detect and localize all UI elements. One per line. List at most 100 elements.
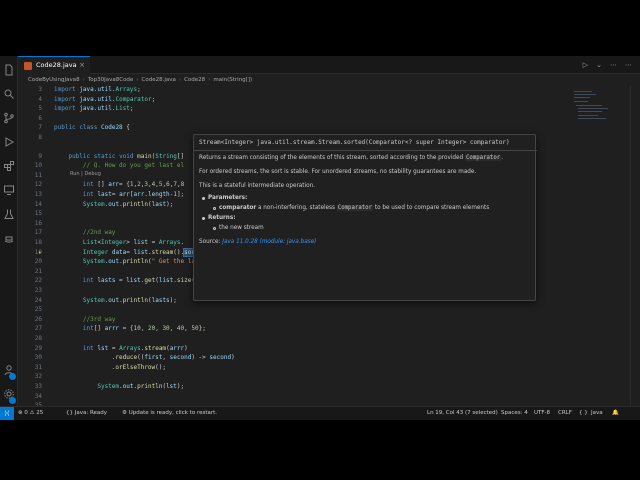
line-number: 29 [34,344,42,352]
line-text: import java.util.List; [54,105,134,113]
code-line[interactable]: 5 import java.util.List; [18,104,570,114]
remote-explorer-icon[interactable] [3,184,15,196]
extensions-icon[interactable] [3,160,15,172]
error-icon: ⊗ [18,410,23,416]
chevron-right-icon: › [82,77,85,83]
line-number: 16 [34,219,42,227]
close-icon[interactable]: × [79,57,85,74]
java-projects-icon[interactable] [3,232,15,244]
line-text: import java.util.Comparator; [54,95,156,103]
minimap-line [574,94,596,96]
parameters-label: Parameters: [208,195,248,201]
activity-bar [0,56,18,406]
bullet [202,217,205,220]
line-text: // Q. How do you get last el [82,162,185,170]
vertical-scrollbar[interactable] [630,85,640,406]
parameter-comparator: comparator a non-interfering, stateless … [219,205,490,211]
code-line[interactable]: 28 [18,334,570,344]
line-text: List<Integer> list = Arrays. [82,239,185,246]
code-line[interactable]: 34 [18,392,570,402]
explorer-icon[interactable] [3,64,15,76]
manage-badge [9,397,16,404]
breadcrumb-item[interactable]: CodeByUsingJava8 [28,77,80,83]
testing-icon[interactable] [3,208,15,220]
code-line[interactable]: 7 public class Code28 { [18,123,570,133]
breadcrumb-item[interactable]: Code28 [184,77,205,83]
line-number: 31 [34,363,42,371]
code-line[interactable]: 26 //3rd way [18,315,570,325]
lightbulb-icon[interactable]: ✦ [38,248,44,256]
chevron-right-icon: › [136,77,139,83]
breadcrumb-item[interactable]: Top30Java8Code [88,77,133,83]
language-mode[interactable]: Java [591,407,603,420]
line-number: 13 [34,191,42,198]
more-actions-icon[interactable]: ⋯ [625,61,632,69]
line-ending[interactable]: CRLF [558,407,572,420]
warning-icon: ⚠ [29,410,35,416]
line-number: 14 [34,200,42,208]
code-line[interactable]: 6 [18,114,570,124]
operation-note: This is a stateful intermediate operatio… [199,183,315,189]
encoding[interactable]: UTF-8 [534,407,550,420]
cursor-position[interactable]: Ln 19, Col 43 (7 selected) [427,407,498,420]
code-line[interactable]: 3 import java.util.Arrays; [18,85,570,95]
method-signature: Stream<Integer> java.util.stream.Stream.… [199,139,510,146]
divider [194,150,537,151]
problems-indicator[interactable]: ⊗ 0 ⚠ 25 [18,407,43,420]
code-line[interactable]: 30 .reduce((first, second) -> second) [18,353,570,363]
line-text: int [] arr= {1,2,3,4,5,6,7,8 [82,181,185,189]
breadcrumb: CodeByUsingJava8 › Top30Java8Code › Code… [28,75,252,85]
line-text: System.out.println(lst); [97,383,185,390]
account-badge [9,373,16,380]
returns-text: the new stream [219,225,264,231]
description: Returns a stream consisting of the eleme… [199,155,504,161]
code-line[interactable]: 4 import java.util.Comparator; [18,95,570,105]
vscode-window: Code28.java × ▷ ⌄ ⋯ ⋯ CodeByUsingJava8 ›… [0,56,640,420]
code-line[interactable]: 27 int[] arrr = {10, 20, 30, 40, 50}; [18,324,570,334]
run-icon[interactable]: ▷ [583,61,588,69]
line-number: 3 [38,86,42,93]
minimap[interactable] [570,85,630,406]
minimap-line [574,101,588,103]
editor-actions: ▷ ⌄ ⋯ ⋯ [583,56,632,74]
minimap-line [574,97,590,99]
notifications-bell-icon[interactable]: 🔔 [612,407,619,420]
minimap-line [578,108,608,110]
search-icon[interactable] [3,88,15,100]
minimap-line [574,91,592,93]
line-text: //2nd way [82,229,116,237]
line-text: System.out.println(last); [82,200,174,208]
breadcrumb-item[interactable]: main(String[]) [213,77,252,83]
hover-documentation-popup[interactable]: Stream<Integer> java.util.stream.Stream.… [193,134,537,301]
chevron-down-icon[interactable]: ⌄ [596,61,602,69]
code-line[interactable]: 25 [18,305,570,315]
code-line[interactable]: 33 System.out.println(lst); [18,382,570,392]
stability-note: For ordered streams, the sort is stable.… [199,169,477,175]
java-status[interactable]: {} Java: Ready [66,407,107,420]
line-number: 18 [34,239,42,246]
split-editor-icon[interactable]: ⋯ [610,61,617,69]
remote-indicator[interactable]: ⟩⟨ [0,407,14,420]
source-control-icon[interactable] [3,112,15,124]
breadcrumb-item[interactable]: Code28.java [142,77,176,83]
line-number: 10 [34,162,42,170]
tab-code28[interactable]: Code28.java × [18,56,90,74]
line-text: .reduce((first, second) -> second) [54,354,235,362]
language-braces[interactable]: { } [579,407,588,420]
code-line[interactable]: 29 int lst = Arrays.stream(arrr) [18,344,570,354]
update-notice[interactable]: ⚙ Update is ready, click to restart. [122,407,217,420]
line-number: 9 [38,152,42,160]
status-bar: ⟩⟨ ⊗ 0 ⚠ 25 {} Java: Ready ⚙ Update is r… [0,406,640,420]
line-text: int last= arr[arr.length-1]; [82,191,185,198]
line-text: public class Code28 { [54,124,130,132]
line-text: int lst = Arrays.stream(arrr) [82,344,188,352]
code-line[interactable]: 32 [18,372,570,382]
indentation[interactable]: Spaces: 4 [501,407,528,420]
bullet [202,197,205,200]
minimap-line [578,111,602,113]
minimap-line [578,115,598,117]
run-debug-icon[interactable] [3,136,15,148]
code-line[interactable]: 31 .orElseThrow(); [18,363,570,373]
source-link[interactable]: Java 11.0.28 (module: java.base) [222,239,316,245]
java-status-icon: {} [66,410,73,416]
